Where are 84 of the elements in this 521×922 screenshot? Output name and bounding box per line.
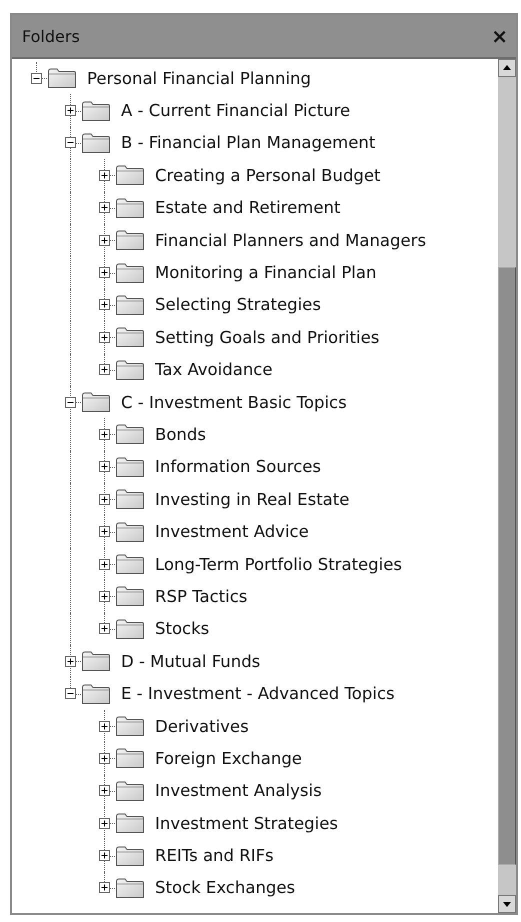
folder-icon (115, 262, 145, 284)
folder-label[interactable]: Tax Avoidance (155, 360, 272, 380)
folder-label[interactable]: RSP Tactics (155, 586, 248, 606)
folder-label[interactable]: Long-Term Portfolio Strategies (155, 554, 402, 574)
expand-icon[interactable] (98, 882, 110, 894)
folder-label[interactable]: D - Mutual Funds (121, 652, 260, 671)
folder-icon (115, 715, 145, 737)
folder-icon (81, 650, 111, 672)
folder-icon (115, 294, 145, 316)
expand-icon[interactable] (98, 461, 110, 472)
folder-icon (115, 358, 145, 381)
folder-label[interactable]: Investing in Real Estate (155, 490, 350, 509)
folder-label[interactable]: Stocks (155, 619, 210, 638)
folder-icon (115, 229, 145, 252)
close-button[interactable]: × (491, 24, 508, 48)
collapse-icon[interactable] (64, 688, 76, 700)
folder-icon (115, 780, 145, 802)
folder-label[interactable]: C - Investment Basic Topics (121, 392, 347, 412)
folder-label[interactable]: Monitoring a Financial Plan (155, 263, 376, 282)
expand-icon[interactable] (98, 299, 110, 310)
folder-label[interactable]: E - Investment - Advanced Topics (121, 684, 395, 704)
folder-icon (115, 326, 145, 348)
expand-icon[interactable] (98, 364, 110, 376)
folder-icon (115, 618, 145, 640)
folder-icon (81, 682, 111, 705)
folder-label[interactable]: Investment Analysis (155, 781, 322, 800)
folder-icon (115, 844, 145, 867)
expand-icon[interactable] (98, 234, 110, 246)
folder-icon (115, 585, 145, 608)
folder-label[interactable]: Estate and Retirement (155, 198, 340, 218)
folder-label[interactable]: REITs and RIFs (155, 846, 274, 866)
folder-label[interactable]: Setting Goals and Priorities (155, 328, 380, 347)
folder-label[interactable]: Selecting Strategies (155, 295, 321, 314)
expand-icon[interactable] (98, 526, 110, 538)
expand-icon[interactable] (98, 590, 110, 602)
folder-icon (115, 812, 145, 834)
folder-icon (47, 67, 77, 90)
folder-icon (115, 876, 145, 899)
expand-icon[interactable] (98, 170, 110, 181)
expand-icon[interactable] (64, 105, 76, 116)
expand-icon[interactable] (98, 558, 110, 570)
expand-icon[interactable] (98, 267, 110, 278)
folder-label[interactable]: Personal Financial Planning (87, 68, 311, 88)
folder-icon (115, 520, 145, 543)
folder-label[interactable]: Investment Advice (155, 522, 309, 542)
folder-icon (115, 488, 145, 510)
scroll-up-button[interactable] (498, 59, 516, 77)
expand-icon[interactable] (98, 785, 110, 796)
expand-icon[interactable] (98, 623, 110, 634)
folder-label[interactable]: B - Financial Plan Management (121, 133, 376, 152)
collapse-icon[interactable] (30, 72, 42, 84)
folder-icon (115, 423, 145, 446)
expand-icon[interactable] (98, 494, 110, 505)
folder-label[interactable]: Stock Exchanges (155, 878, 296, 898)
expand-icon[interactable] (98, 818, 110, 829)
expand-icon[interactable] (98, 720, 110, 732)
folder-icon (81, 391, 111, 414)
folder-icon (115, 164, 145, 186)
folder-icon (81, 132, 111, 154)
expand-icon[interactable] (98, 752, 110, 764)
folder-icon (115, 553, 145, 576)
folder-label[interactable]: Bonds (155, 424, 206, 444)
scroll-down-button[interactable] (498, 895, 516, 913)
folder-icon (115, 456, 145, 478)
collapse-icon[interactable] (64, 396, 76, 408)
folder-icon (81, 100, 111, 122)
folder-label[interactable]: Foreign Exchange (155, 748, 302, 768)
collapse-icon[interactable] (64, 137, 76, 148)
folder-label[interactable]: Derivatives (155, 716, 249, 736)
expand-icon[interactable] (64, 656, 76, 667)
folder-icon (115, 747, 145, 770)
folder-label[interactable]: A - Current Financial Picture (121, 101, 350, 120)
folder-label[interactable]: Information Sources (155, 457, 322, 476)
expand-icon[interactable] (98, 428, 110, 440)
expand-icon[interactable] (98, 850, 110, 862)
scroll-thumb[interactable] (498, 267, 516, 865)
folder-label[interactable]: Creating a Personal Budget (155, 166, 381, 185)
folder-label[interactable]: Financial Planners and Managers (155, 230, 426, 250)
folder-icon (115, 196, 145, 219)
expand-icon[interactable] (98, 332, 110, 343)
folder-label[interactable]: Investment Strategies (155, 814, 338, 833)
panel-title: Folders (22, 26, 80, 46)
expand-icon[interactable] (98, 202, 110, 214)
scrollbar[interactable] (498, 59, 516, 913)
